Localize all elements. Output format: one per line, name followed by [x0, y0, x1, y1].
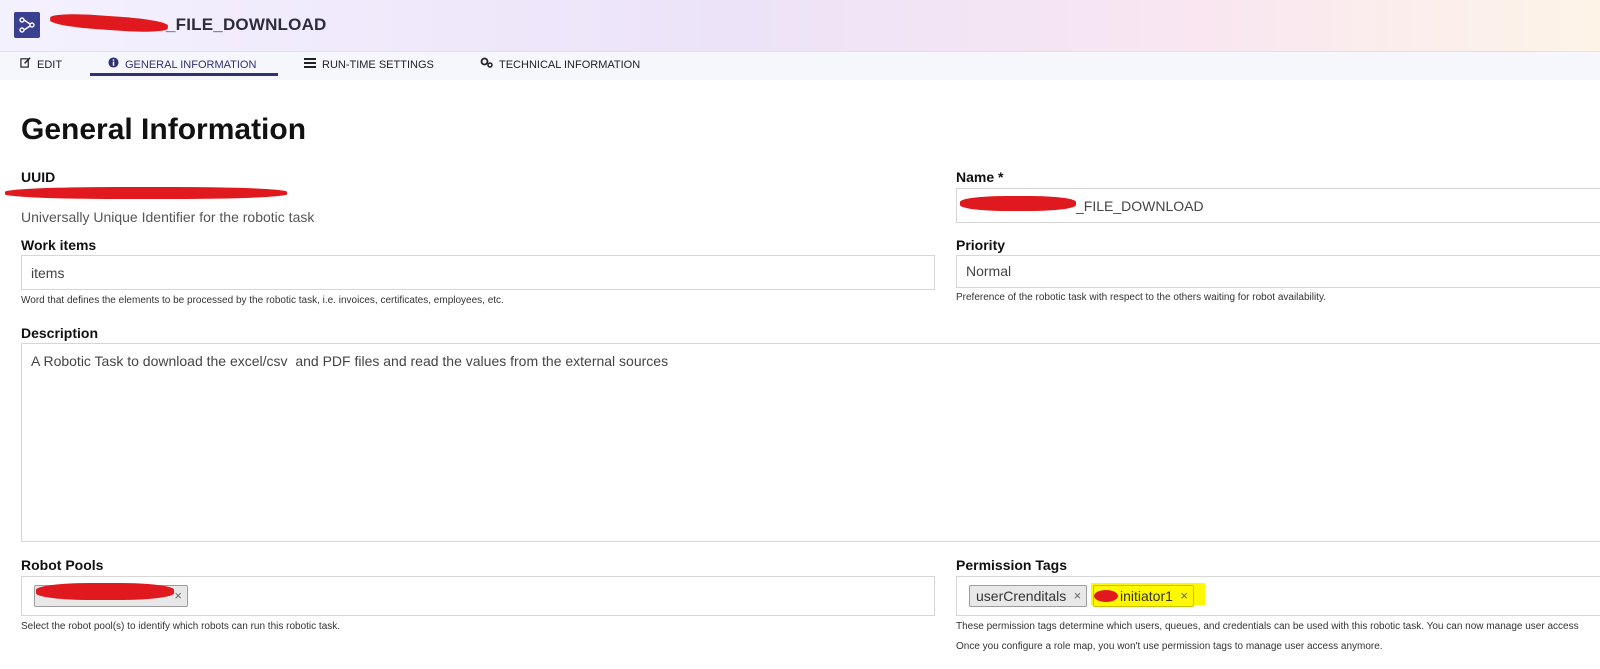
robot-pools-label: Robot Pools [21, 557, 104, 573]
work-items-label: Work items [21, 237, 97, 253]
app-title: _FILE_DOWNLOAD [166, 15, 327, 34]
uuid-label: UUID [21, 169, 56, 185]
priority-select[interactable]: Normal [956, 255, 1600, 288]
gears-icon [480, 52, 493, 78]
uuid-redaction [5, 187, 287, 199]
edit-icon [20, 52, 31, 78]
work-items-help: Word that defines the elements to be pro… [21, 295, 504, 306]
tag-redaction [1094, 590, 1118, 602]
tab-edit-label: EDIT [37, 59, 63, 71]
redaction-mark [49, 11, 169, 35]
tab-edit[interactable]: EDIT [20, 52, 62, 78]
name-redaction [960, 196, 1076, 211]
priority-value: Normal [966, 263, 1012, 279]
permission-tags-help-1: These permission tags determine which us… [956, 621, 1579, 632]
active-tab-indicator [90, 73, 278, 76]
tab-technical-information-label: TECHNICAL INFORMATION [499, 59, 641, 71]
permission-tag-chip: userCrenditals × [969, 585, 1088, 607]
name-value: _FILE_DOWNLOAD [1076, 198, 1204, 214]
uuid-help: Universally Unique Identifier for the ro… [21, 209, 315, 225]
permission-tags-label: Permission Tags [956, 557, 1068, 573]
tab-run-time-settings[interactable]: RUN-TIME SETTINGS [304, 52, 434, 78]
tab-technical-information[interactable]: TECHNICAL INFORMATION [480, 52, 640, 78]
description-label: Description [21, 325, 99, 341]
app-logo-icon [14, 12, 40, 38]
priority-label: Priority [956, 237, 1006, 253]
robot-pool-redaction [36, 583, 174, 600]
description-textarea[interactable]: A Robotic Task to download the excel/csv… [21, 343, 1600, 542]
permission-tag-label: initiator1 [1120, 588, 1173, 604]
list-icon [304, 52, 316, 78]
permission-tag-label: userCrenditals [976, 588, 1067, 604]
name-label: Name * [956, 169, 1004, 185]
page-title: General Information [21, 113, 307, 146]
priority-help: Preference of the robotic task with resp… [956, 292, 1326, 303]
permission-tags-help-2: Once you configure a role map, you won't… [956, 641, 1383, 652]
top-bar: _FILE_DOWNLOAD [0, 0, 1600, 52]
tab-general-information-label: GENERAL INFORMATION [125, 59, 257, 71]
remove-chip-icon[interactable]: × [1180, 586, 1188, 606]
work-items-input[interactable] [21, 255, 935, 290]
tab-run-time-settings-label: RUN-TIME SETTINGS [322, 59, 434, 71]
remove-chip-icon[interactable]: × [1074, 586, 1082, 606]
robot-pools-help: Select the robot pool(s) to identify whi… [21, 621, 341, 632]
remove-chip-icon[interactable]: × [174, 586, 182, 606]
